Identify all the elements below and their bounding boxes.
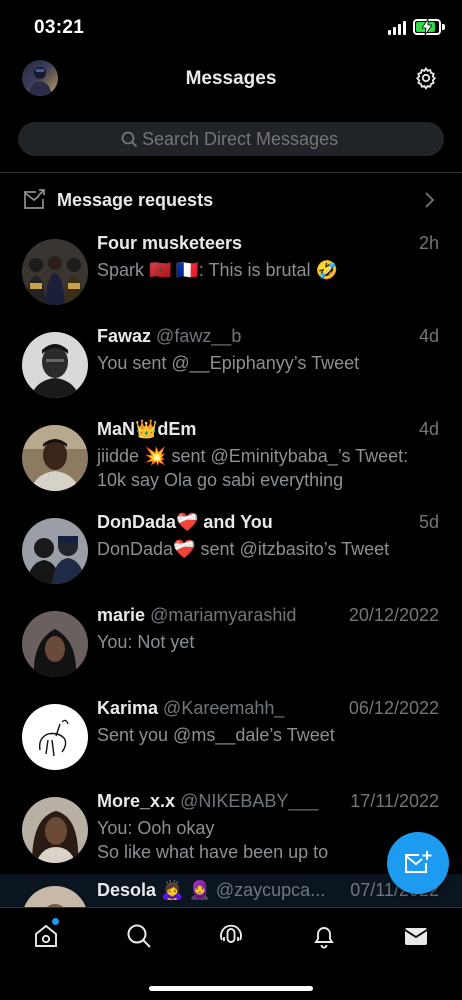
conversation-header: Four musketeers xyxy=(97,233,242,254)
conversation-row[interactable]: DonDada❤️‍🩹 and You 5d DonDada❤️‍🩹 sent … xyxy=(0,506,462,598)
new-message-icon xyxy=(405,851,432,873)
conversation-row[interactable]: Four musketeers 2h Spark 🇲🇦 🇫🇷: This is … xyxy=(0,227,462,319)
chevron-right-icon xyxy=(425,192,435,208)
envelope-arrow-icon xyxy=(24,189,45,209)
home-indicator xyxy=(149,986,313,991)
conversation-name: Fawaz xyxy=(97,326,152,346)
conversation-handle: @fawz__b xyxy=(156,326,242,346)
conversation-time: 4d xyxy=(418,419,439,439)
search-icon xyxy=(121,131,138,148)
conversation-preview: DonDada❤️‍🩹 sent @itzbasito’s Tweet xyxy=(97,539,390,559)
conversation-name: Karima xyxy=(97,698,159,718)
page-title: Messages xyxy=(185,68,277,89)
message-requests-label: Message requests xyxy=(57,190,214,210)
conversation-header: DonDada❤️‍🩹 and You xyxy=(97,512,273,533)
conversation-name: More_x.x xyxy=(97,791,176,811)
signal-icon xyxy=(388,21,406,35)
user-avatar xyxy=(22,425,88,491)
user-avatar xyxy=(22,332,88,398)
conversation-preview: You: Ooh okay So like what have been up … xyxy=(97,818,329,862)
status-bar: 03:21 xyxy=(0,0,462,54)
conversation-row[interactable]: MaN👑dEm 4d jiidde 💥 sent @Eminitybaba_’s… xyxy=(0,413,462,505)
conversation-header: marie @mariamyarashid xyxy=(97,605,296,626)
conversation-name: Desola 🙇‍♀️ 🧕 xyxy=(97,880,211,900)
status-time: 03:21 xyxy=(34,17,85,38)
battery-cap xyxy=(442,24,445,30)
user-avatar xyxy=(22,611,88,677)
conversation-row[interactable]: marie @mariamyarashid 20/12/2022 You: No… xyxy=(0,599,462,691)
gear-icon[interactable] xyxy=(414,66,438,90)
user-avatar xyxy=(22,797,88,863)
spaces-icon[interactable] xyxy=(217,922,245,950)
conversation-preview: You sent @__Epiphanyy’s Tweet xyxy=(97,353,360,373)
group-avatar xyxy=(22,518,88,584)
new-message-button[interactable] xyxy=(387,832,449,894)
conversation-time: 17/11/2022 xyxy=(350,791,439,811)
conversation-time: 4d xyxy=(418,326,439,346)
divider xyxy=(0,172,462,173)
message-requests-row[interactable]: Message requests xyxy=(0,176,462,224)
conversation-row[interactable]: Karima @Kareemahh_ 06/12/2022 Sent you @… xyxy=(0,692,462,784)
conversation-handle: @Kareemahh_ xyxy=(163,698,285,718)
conversation-time: 06/12/2022 xyxy=(348,698,439,718)
conversation-preview: jiidde 💥 sent @Eminitybaba_’s Tweet: 10k… xyxy=(97,446,409,490)
messages-icon[interactable] xyxy=(402,922,430,950)
conversation-handle: @NIKEBABY___ xyxy=(180,791,319,811)
search-bar[interactable] xyxy=(18,122,444,156)
conversation-name: MaN👑dEm xyxy=(97,419,197,439)
search-input[interactable] xyxy=(142,122,422,156)
conversation-header: MaN👑dEm xyxy=(97,419,196,440)
conversation-row[interactable]: Fawaz @fawz__b 4d You sent @__Epiphanyy’… xyxy=(0,320,462,412)
conversation-name: marie xyxy=(97,605,146,625)
conversation-time: 2h xyxy=(418,233,439,253)
user-avatar xyxy=(22,704,88,770)
notification-dot xyxy=(52,918,59,925)
conversation-header: Karima @Kareemahh_ xyxy=(97,698,284,719)
conversation-time: 5d xyxy=(418,512,439,532)
home-icon[interactable] xyxy=(32,922,60,950)
group-avatar xyxy=(22,239,88,305)
conversation-handle: @zaycupca... xyxy=(215,880,326,900)
conversation-time: 20/12/2022 xyxy=(348,605,439,625)
conversation-preview: You: Not yet xyxy=(97,632,195,652)
conversation-preview: Spark 🇲🇦 🇫🇷: This is brutal 🤣 xyxy=(97,260,338,280)
notifications-icon[interactable] xyxy=(310,922,338,950)
charging-bolt-icon xyxy=(422,19,432,35)
conversation-header: More_x.x @NIKEBABY___ xyxy=(97,791,318,812)
search-icon[interactable] xyxy=(125,922,153,950)
conversation-name: Four musketeers xyxy=(97,233,243,253)
conversation-preview: Sent you @ms__dale’s Tweet xyxy=(97,725,335,745)
conversation-header: Desola 🙇‍♀️ 🧕 @zaycupca... xyxy=(97,880,325,901)
conversation-header: Fawaz @fawz__b xyxy=(97,326,241,347)
header: Messages xyxy=(0,54,462,104)
conversation-handle: @mariamyarashid xyxy=(150,605,297,625)
conversation-name: DonDada❤️‍🩹 and You xyxy=(97,512,273,532)
